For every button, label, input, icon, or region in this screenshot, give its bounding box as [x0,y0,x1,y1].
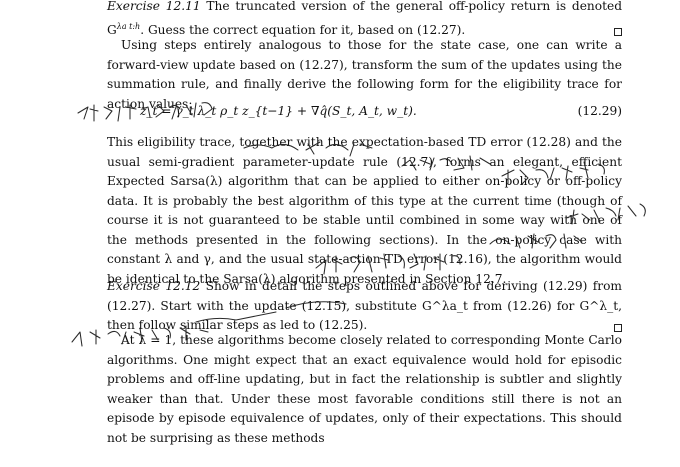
exercise-text-rest: . Guess the correct equation for it, bas… [140,22,466,37]
equation-body: z_t = γ_t λ_t ρ_t z_{t−1} + ∇q̂(S_t, A_t… [140,104,417,118]
exercise-12-11: Exercise 12.11 The truncated version of … [107,0,622,40]
exercise-12-12: Exercise 12.12 Show in detail the steps … [107,277,622,336]
paragraph-eligibility-trace: This eligibility trace, together with th… [107,135,622,286]
equation-12-29: z_t = γ_t λ_t ρ_t z_{t−1} + ∇q̂(S_t, A_t… [140,101,622,121]
qed-box [614,28,622,37]
exercise-label: Exercise 12.12 [107,279,201,293]
exercise-label: Exercise 12.11 [107,0,201,13]
equation-number: (12.29) [577,104,622,118]
return-superscript: λa t:h [116,21,141,31]
paragraph-monte-carlo: At λ = 1, these algorithms become closel… [107,333,622,445]
document-page: Exercise 12.11 The truncated version of … [0,0,680,467]
